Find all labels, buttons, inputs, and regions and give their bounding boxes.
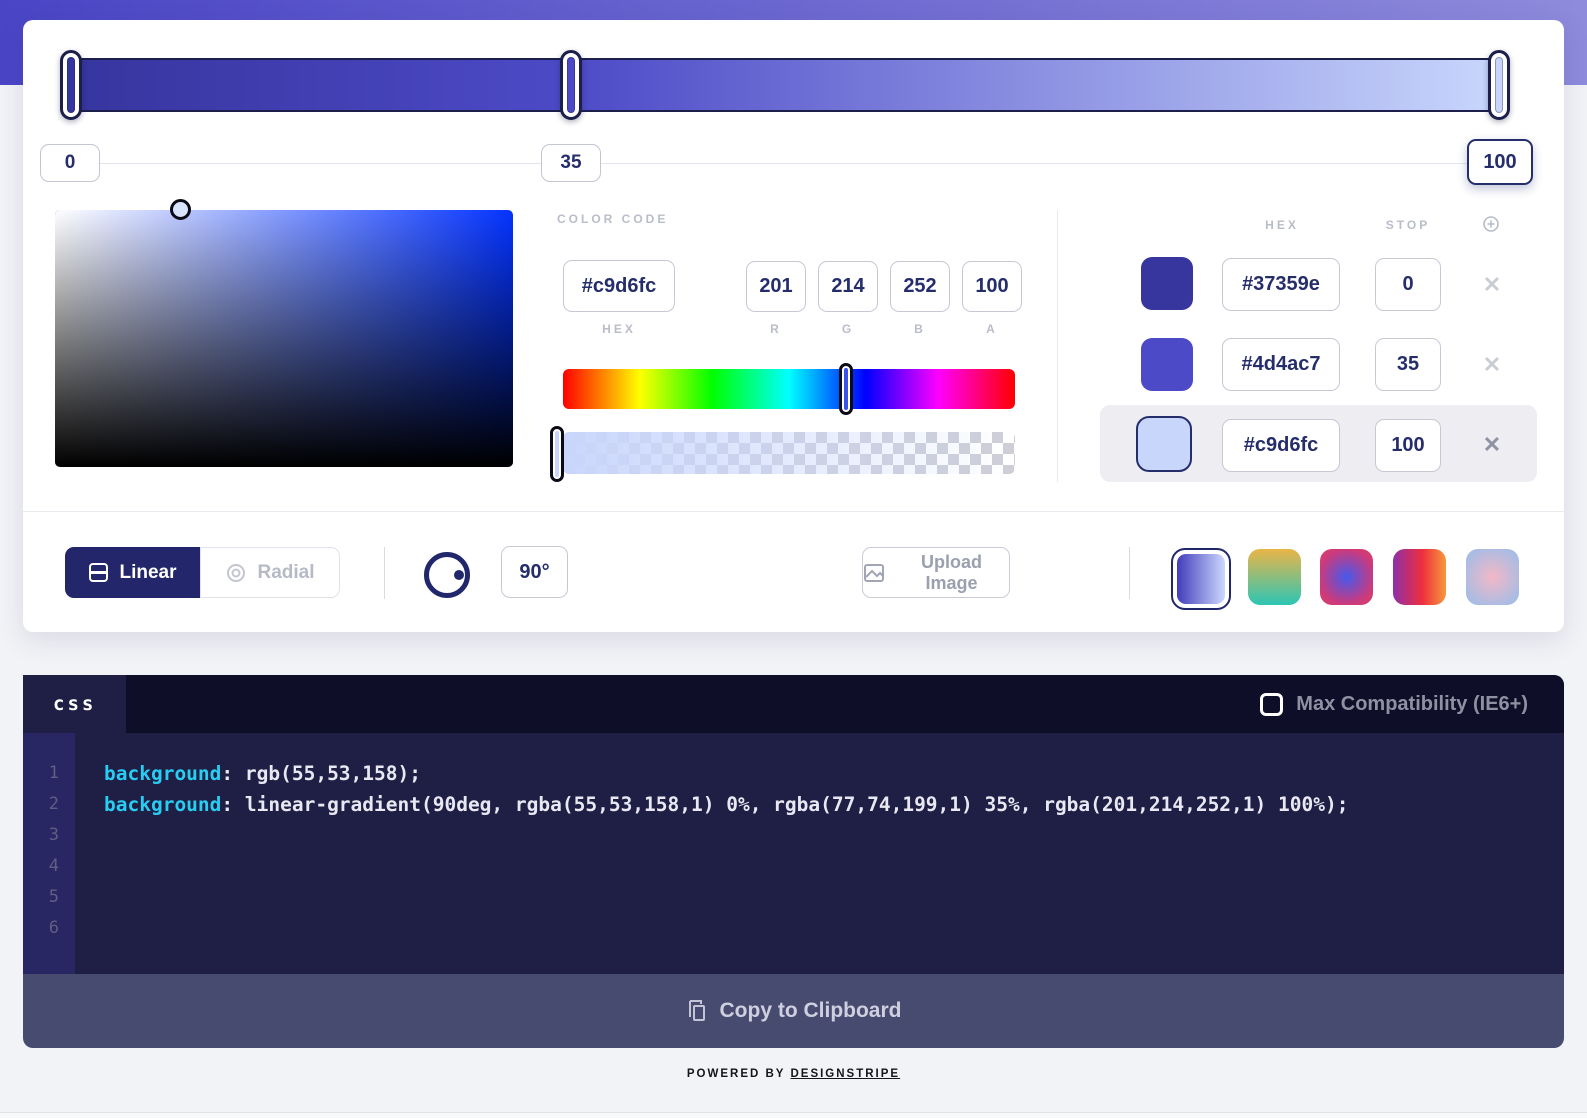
- stop-hex-input-0[interactable]: [1222, 258, 1340, 311]
- preset-gradient-1-fill: [1177, 554, 1225, 604]
- css-value: : linear-gradient(90deg, rgba(55,53,158,…: [221, 793, 1349, 816]
- image-icon: [863, 562, 885, 584]
- radial-mode-button[interactable]: Radial: [200, 547, 340, 598]
- controls-divider: [23, 511, 1564, 512]
- gradient-handle-35[interactable]: [560, 50, 582, 120]
- controls-separator-2: [1129, 547, 1130, 599]
- copy-to-clipboard-label: Copy to Clipboard: [719, 999, 902, 1022]
- alpha-gradient-overlay: [563, 432, 1015, 474]
- stop-value-input-35[interactable]: [1375, 338, 1441, 391]
- powered-by-text: POWERED BY: [686, 1068, 786, 1080]
- stop-position-input-0[interactable]: [40, 144, 100, 182]
- tab-css[interactable]: css: [23, 675, 126, 733]
- stop-connector-line: [70, 163, 1500, 164]
- max-compatibility-checkbox[interactable]: [1260, 692, 1284, 716]
- stops-hex-header: HEX: [1265, 218, 1299, 232]
- copy-to-clipboard-button[interactable]: Copy to Clipboard: [23, 974, 1564, 1048]
- linear-mode-button[interactable]: Linear: [65, 547, 200, 598]
- upload-image-button[interactable]: Upload Image: [862, 547, 1010, 598]
- red-label: R: [770, 322, 782, 336]
- css-value: : rgb(55,53,158);: [221, 762, 421, 785]
- css-property: background: [104, 793, 222, 816]
- max-compatibility-toggle[interactable]: Max Compatibility (IE6+): [1260, 675, 1528, 733]
- add-stop-icon[interactable]: [1481, 214, 1501, 234]
- stop-swatch-35[interactable]: [1141, 338, 1193, 391]
- saturation-picker[interactable]: [55, 199, 513, 467]
- blue-input[interactable]: [890, 261, 950, 312]
- stop-position-input-35[interactable]: [541, 144, 601, 182]
- saturation-black-layer: [55, 210, 513, 467]
- gradient-handle-100[interactable]: [1488, 50, 1510, 120]
- blue-label: B: [914, 322, 926, 336]
- gradient-generator-app: COLOR CODE HEX R G B A HEX STOP: [0, 0, 1587, 1118]
- radial-label: Radial: [257, 561, 315, 583]
- delete-stop-button-100[interactable]: ✕: [1479, 432, 1505, 458]
- alpha-handle-color: [555, 431, 559, 477]
- max-compatibility-label: Max Compatibility (IE6+): [1296, 692, 1528, 715]
- stops-stop-header: STOP: [1385, 218, 1431, 232]
- preset-gradient-1-selected[interactable]: [1171, 548, 1231, 610]
- code-header-bar: Max Compatibility (IE6+): [75, 675, 1564, 733]
- panel-divider: [1057, 210, 1058, 482]
- gradient-handle-35-color: [567, 57, 575, 113]
- red-input[interactable]: [746, 261, 806, 312]
- hex-label: HEX: [602, 322, 636, 336]
- angle-dial[interactable]: [424, 552, 470, 598]
- angle-input[interactable]: [501, 546, 568, 598]
- stop-swatch-100-selected[interactable]: [1136, 416, 1192, 472]
- linear-label: Linear: [119, 561, 177, 583]
- gradient-preview-bar[interactable]: [68, 58, 1500, 112]
- controls-separator-1: [384, 547, 385, 599]
- delete-stop-button-0[interactable]: ✕: [1479, 272, 1505, 298]
- copy-icon: [686, 999, 708, 1023]
- hex-input[interactable]: [563, 260, 675, 312]
- stop-hex-input-100[interactable]: [1222, 419, 1340, 472]
- delete-stop-button-35[interactable]: ✕: [1479, 352, 1505, 378]
- gradient-editor-card: COLOR CODE HEX R G B A HEX STOP: [23, 20, 1564, 632]
- code-line-1: background: rgb(55,53,158);: [104, 758, 1544, 789]
- stop-hex-input-35[interactable]: [1222, 338, 1340, 391]
- line-number: 4: [48, 856, 59, 876]
- green-label: G: [841, 322, 855, 336]
- below-divider-strip: [0, 1113, 1587, 1118]
- gradient-handle-0[interactable]: [60, 50, 82, 120]
- code-line-2: background: linear-gradient(90deg, rgba(…: [104, 789, 1544, 820]
- alpha-label: A: [986, 322, 998, 336]
- line-number: 5: [48, 887, 59, 907]
- hue-slider[interactable]: [563, 369, 1015, 409]
- line-numbers: 1 2 3 4 5 6: [23, 758, 75, 944]
- line-number: 3: [48, 825, 59, 845]
- line-number: 6: [48, 918, 59, 938]
- color-code-heading: COLOR CODE: [557, 212, 669, 226]
- preset-gradient-5[interactable]: [1466, 549, 1519, 605]
- angle-dial-dot: [454, 570, 464, 580]
- preset-gradient-4[interactable]: [1393, 549, 1446, 605]
- line-number: 1: [48, 763, 59, 783]
- upload-image-label: Upload Image: [921, 551, 982, 593]
- alpha-slider[interactable]: [563, 432, 1015, 474]
- css-code-text[interactable]: background: rgb(55,53,158); background: …: [104, 758, 1544, 820]
- gradient-handle-100-color: [1495, 57, 1503, 113]
- saturation-cursor[interactable]: [170, 199, 191, 220]
- hue-handle-color: [844, 368, 848, 410]
- stop-value-input-100[interactable]: [1375, 419, 1441, 472]
- stop-value-input-0[interactable]: [1375, 258, 1441, 311]
- line-number: 2: [48, 794, 59, 814]
- green-input[interactable]: [818, 261, 878, 312]
- designstripe-link[interactable]: DESIGNSTRIPE: [790, 1068, 900, 1080]
- alpha-input[interactable]: [962, 261, 1022, 312]
- hue-slider-handle[interactable]: [839, 363, 853, 415]
- footer-credit: POWERED BY DESIGNSTRIPE: [0, 1068, 1587, 1080]
- stop-position-input-100[interactable]: [1467, 139, 1533, 185]
- css-code-panel: Max Compatibility (IE6+) css 1 2 3 4 5 6…: [23, 675, 1564, 974]
- alpha-slider-handle[interactable]: [550, 426, 564, 482]
- gradient-handle-0-color: [67, 57, 75, 113]
- css-property: background: [104, 762, 222, 785]
- stop-swatch-0[interactable]: [1141, 257, 1193, 310]
- linear-icon: [88, 562, 109, 583]
- preset-gradient-3[interactable]: [1320, 549, 1373, 605]
- preset-gradient-2[interactable]: [1248, 549, 1301, 605]
- radial-icon: [225, 562, 247, 584]
